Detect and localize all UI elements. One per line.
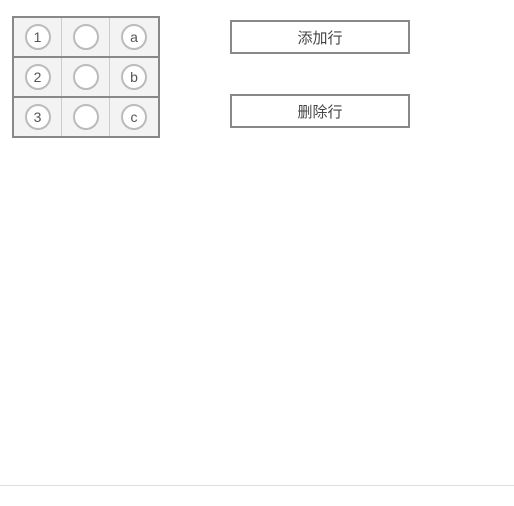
data-table: 1 a 2 b 3 bbox=[12, 16, 160, 138]
cell-value bbox=[73, 24, 99, 50]
cell-value bbox=[73, 64, 99, 90]
footer-divider bbox=[0, 485, 514, 486]
cell-value: b bbox=[121, 64, 147, 90]
button-column: 添加行 删除行 bbox=[230, 16, 410, 128]
table-row: 3 c bbox=[14, 98, 158, 136]
cell-value: 1 bbox=[25, 24, 51, 50]
cell-value: a bbox=[121, 24, 147, 50]
add-row-button[interactable]: 添加行 bbox=[230, 20, 410, 54]
table-row: 2 b bbox=[14, 58, 158, 98]
cell: 2 bbox=[14, 58, 62, 96]
cell-value: c bbox=[121, 104, 147, 130]
cell-value: 3 bbox=[25, 104, 51, 130]
cell: a bbox=[110, 18, 158, 56]
cell bbox=[62, 18, 110, 56]
delete-row-button[interactable]: 删除行 bbox=[230, 94, 410, 128]
cell: b bbox=[110, 58, 158, 96]
cell: 1 bbox=[14, 18, 62, 56]
cell-value bbox=[73, 104, 99, 130]
table-row: 1 a bbox=[14, 18, 158, 58]
cell bbox=[62, 58, 110, 96]
cell-value: 2 bbox=[25, 64, 51, 90]
cell bbox=[62, 98, 110, 136]
cell: 3 bbox=[14, 98, 62, 136]
cell: c bbox=[110, 98, 158, 136]
